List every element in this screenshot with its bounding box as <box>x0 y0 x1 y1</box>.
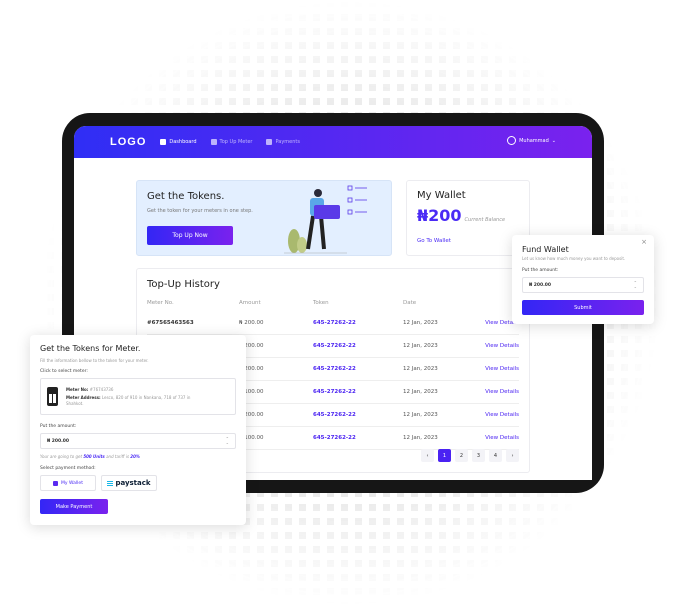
meter-token-modal: Get the Tokens for Meter. Fill the infor… <box>30 335 246 525</box>
nav-label: Top Up Meter <box>219 139 253 145</box>
view-details-link[interactable]: View Details <box>485 357 519 381</box>
user-name: Muhammad <box>519 137 549 144</box>
fund-amount-input[interactable]: ₦ 200.00 ⌃ ⌄ <box>522 277 644 293</box>
wallet-icon <box>53 480 59 486</box>
column-header: Token <box>313 300 329 306</box>
banner-title: Get the Tokens. <box>147 191 225 202</box>
units-note: Your are going to get 500 Units and tari… <box>40 454 236 459</box>
meter-no-label: Meter No: <box>66 386 89 392</box>
banner-subtitle: Get the token for your meters in one ste… <box>147 208 253 214</box>
prev-page-button[interactable]: ‹ <box>421 449 434 462</box>
meter-select-card[interactable]: Meter No: #76743736 Meter Address: Lesco… <box>40 378 236 415</box>
fund-title: Fund Wallet <box>522 245 569 254</box>
paystack-option[interactable]: paystack <box>101 475 157 491</box>
navbar: LOGO Dashboard Top Up Meter Payments Muh… <box>74 126 592 158</box>
user-menu[interactable]: Muhammad ⌄ <box>507 136 556 145</box>
token-cell: 645-27262-22 <box>313 380 403 404</box>
make-payment-button[interactable]: Make Payment <box>40 499 108 514</box>
fund-amount-label: Put the amount: <box>522 268 559 273</box>
top-up-now-button[interactable]: Top Up Now <box>147 226 233 245</box>
amount-cell: ₦ 200.00 <box>239 403 313 427</box>
wallet-title: My Wallet <box>417 190 466 201</box>
date-cell: 12 Jan, 2023 <box>403 380 485 404</box>
page-2-button[interactable]: 2 <box>455 449 468 462</box>
date-cell: 12 Jan, 2023 <box>403 403 485 427</box>
token-cell: 645-27262-22 <box>313 357 403 381</box>
meter-no: #76743736 <box>89 386 114 392</box>
logo: LOGO <box>110 136 147 148</box>
fund-subtitle: Let us know how much money you want to d… <box>522 256 626 261</box>
note-text: and tariff is <box>104 454 131 459</box>
column-header: Meter No. <box>147 300 174 306</box>
wallet-balance: ₦200 Current Balance <box>417 206 505 225</box>
stepper-icon[interactable]: ⌃ ⌄ <box>226 437 229 445</box>
view-details-link[interactable]: View Details <box>485 380 519 404</box>
meter-address-label: Meter Address: <box>66 394 101 400</box>
nav-top-up-meter[interactable]: Top Up Meter <box>210 139 253 145</box>
next-page-button[interactable]: › <box>506 449 519 462</box>
meter-modal-subtitle: Fill the information bellow to the token… <box>40 358 149 363</box>
note-text: Your are going to get <box>40 454 84 459</box>
amount-cell: ₦ 200.00 <box>239 334 313 358</box>
date-cell: 12 Jan, 2023 <box>403 312 485 335</box>
fund-amount-value: ₦ 200.00 <box>529 282 552 288</box>
submit-button[interactable]: Submit <box>522 300 644 315</box>
date-cell: 12 Jan, 2023 <box>403 334 485 358</box>
date-cell: 12 Jan, 2023 <box>403 357 485 381</box>
nav-dashboard[interactable]: Dashboard <box>160 139 197 145</box>
stepper-icon[interactable]: ⌃ ⌄ <box>634 281 637 289</box>
token-cell: 645-27262-22 <box>313 334 403 358</box>
payment-method-label: Select payment method: <box>40 466 96 471</box>
nav-label: Payments <box>275 139 300 145</box>
bag-icon <box>266 139 273 145</box>
column-header: Amount <box>239 300 261 306</box>
nav-label: Dashboard <box>169 139 197 145</box>
amount-label: Put the amount: <box>40 424 77 429</box>
dashboard-icon <box>160 139 167 145</box>
wallet-caption: Current Balance <box>464 217 506 223</box>
amount-cell: ₦ 200.00 <box>239 357 313 381</box>
close-icon[interactable]: × <box>641 238 647 246</box>
lock-icon <box>210 139 217 145</box>
token-cell: 645-27262-22 <box>313 312 403 335</box>
meter-no-cell: #67565463563 <box>147 312 239 335</box>
wallet-amount: ₦200 <box>417 206 462 225</box>
amount-cell: ₦ 100.00 <box>239 426 313 450</box>
chevron-down-icon: ⌄ <box>551 137 556 144</box>
token-cell: 645-27262-22 <box>313 403 403 427</box>
column-header: Date <box>403 300 417 306</box>
amount-cell: ₦ 200.00 <box>239 312 313 335</box>
meter-device-icon <box>47 387 58 406</box>
my-wallet-label: My Wallet <box>61 480 83 486</box>
meter-modal-title: Get the Tokens for Meter. <box>40 344 141 353</box>
my-wallet-option[interactable]: My Wallet <box>40 475 96 491</box>
paystack-logo-icon <box>107 480 114 486</box>
token-cell: 645-27262-22 <box>313 426 403 450</box>
amount-input[interactable]: ₦ 200.00 ⌃ ⌄ <box>40 433 236 449</box>
user-avatar-icon <box>507 136 517 145</box>
view-details-link[interactable]: View Details <box>485 426 519 450</box>
page-1-button[interactable]: 1 <box>438 449 451 462</box>
view-details-link[interactable]: View Details <box>485 403 519 427</box>
go-to-wallet-link[interactable]: Go To Wallet <box>417 238 451 244</box>
paystack-label: paystack <box>115 479 151 487</box>
amount-value: ₦ 200.00 <box>47 438 70 444</box>
pagination: ‹ 1 2 3 4 › <box>421 449 519 462</box>
history-title: Top-Up History <box>147 279 220 290</box>
page-4-button[interactable]: 4 <box>489 449 502 462</box>
date-cell: 12 Jan, 2023 <box>403 426 485 450</box>
units-value: 500 Units <box>83 454 105 459</box>
fund-wallet-modal: × Fund Wallet Let us know how much money… <box>512 235 654 324</box>
page-3-button[interactable]: 3 <box>472 449 485 462</box>
banner-card: Get the Tokens. Get the token for your m… <box>136 180 392 256</box>
select-meter-label: Click to select meter: <box>40 369 88 374</box>
tariff-value: 20% <box>130 454 140 459</box>
amount-cell: ₦ 100.00 <box>239 380 313 404</box>
nav-payments[interactable]: Payments <box>266 139 300 145</box>
table-row: #67565463563₦ 200.00645-27262-2212 Jan, … <box>147 312 519 335</box>
view-details-link[interactable]: View Details <box>485 334 519 358</box>
person-card-illustration <box>284 185 367 254</box>
